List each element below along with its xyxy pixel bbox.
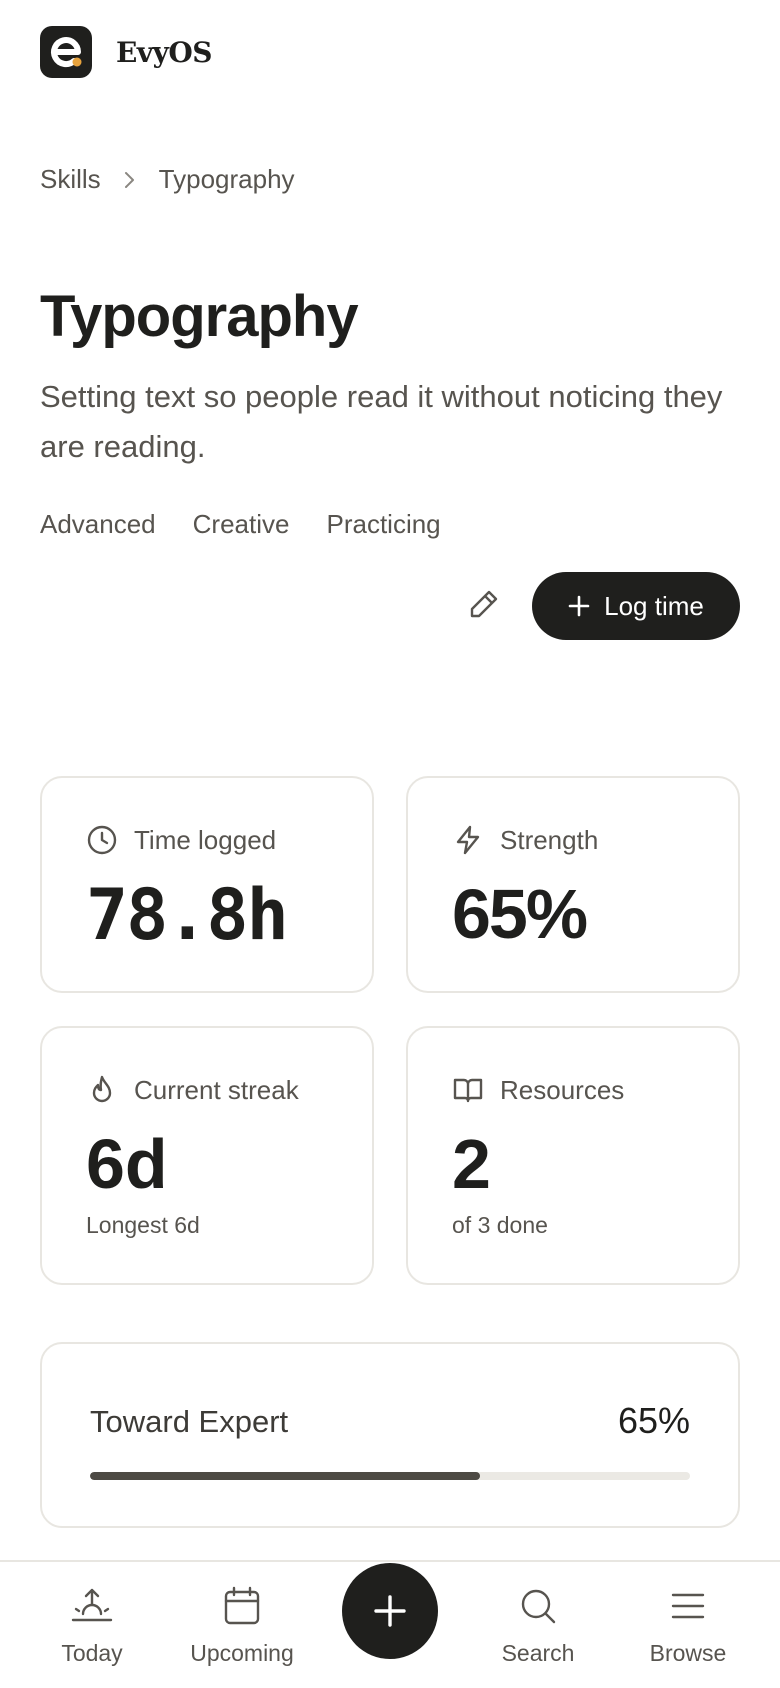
stat-label: Current streak	[134, 1074, 299, 1105]
log-time-button[interactable]: Log time	[532, 572, 740, 640]
edit-button[interactable]	[462, 582, 506, 626]
progress-percent: 65%	[617, 1400, 690, 1441]
app-header: EvyOS	[40, 26, 213, 78]
progress-label: Toward Expert	[90, 1404, 289, 1439]
breadcrumb-parent-link[interactable]: Skills	[40, 164, 101, 195]
stat-card-time-logged: Time logged 78.8h	[40, 776, 374, 993]
stat-value: 6d	[86, 1125, 168, 1203]
app-name: EvyOS	[116, 35, 213, 69]
stat-value: 2	[452, 1125, 491, 1203]
stat-value: 78.8h	[86, 874, 289, 956]
pencil-icon	[470, 590, 498, 618]
nav-item-search[interactable]: Search	[468, 1582, 608, 1667]
skill-description: Setting text so people read it without n…	[40, 379, 723, 464]
progress-bar	[90, 1472, 690, 1480]
clock-icon	[86, 824, 118, 856]
chevron-right-icon	[123, 170, 137, 190]
sunrise-icon	[70, 1582, 114, 1630]
app-logo-icon[interactable]	[40, 26, 92, 78]
stat-label: Time logged	[134, 824, 277, 855]
tag-level: Advanced	[40, 509, 156, 539]
tag-category: Creative	[192, 509, 290, 539]
skill-detail-page: EvyOS Skills Typography Typography Setti…	[0, 0, 780, 1688]
stat-label: Strength	[500, 824, 599, 855]
nav-label: Search	[501, 1640, 575, 1666]
stat-subtext: Longest 6d	[86, 1212, 200, 1238]
stat-label: Resources	[500, 1074, 625, 1105]
breadcrumb: Skills Typography	[40, 164, 295, 195]
stat-card-current-streak: Current streak 6d Longest 6d	[40, 1026, 374, 1285]
nav-item-upcoming[interactable]: Upcoming	[172, 1582, 312, 1667]
menu-icon	[669, 1582, 707, 1630]
breadcrumb-current: Typography	[158, 164, 295, 194]
stat-subtext: of 3 done	[452, 1212, 548, 1238]
nav-item-today[interactable]: Today	[22, 1582, 162, 1667]
plus-icon	[374, 1595, 406, 1627]
flame-icon	[86, 1074, 118, 1106]
calendar-icon	[222, 1582, 262, 1630]
plus-icon	[568, 595, 590, 617]
nav-item-browse[interactable]: Browse	[618, 1582, 758, 1667]
progress-card: Toward Expert 65%	[40, 1342, 740, 1528]
nav-label: Browse	[649, 1640, 727, 1666]
nav-label: Today	[61, 1640, 123, 1666]
add-button[interactable]	[342, 1563, 438, 1659]
progress-bar-fill	[90, 1472, 480, 1480]
search-icon	[518, 1582, 558, 1630]
book-icon	[452, 1074, 484, 1106]
stat-card-strength: Strength 65%	[406, 776, 740, 993]
page-title: Typography	[40, 284, 359, 349]
nav-label: Upcoming	[190, 1640, 294, 1666]
skill-tags: Advanced Creative Practicing	[40, 509, 478, 540]
lightning-icon	[452, 824, 484, 856]
log-time-label: Log time	[604, 590, 704, 621]
tag-status: Practicing	[326, 509, 441, 539]
stat-card-resources: Resources 2 of 3 done	[406, 1026, 740, 1285]
stat-value: 65%	[452, 875, 588, 953]
